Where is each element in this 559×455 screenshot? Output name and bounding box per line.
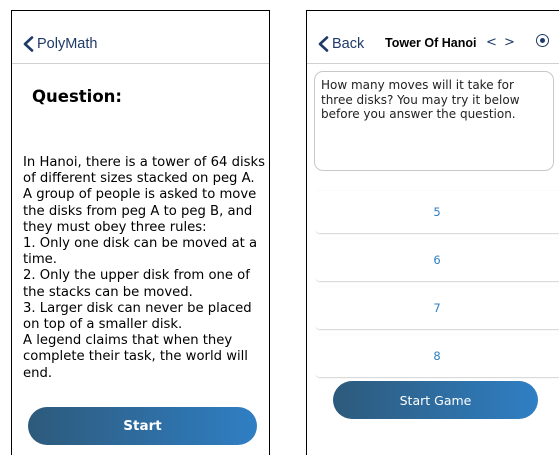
- back-button[interactable]: PolyMath: [22, 34, 97, 54]
- answer-option-5[interactable]: 5: [314, 191, 559, 233]
- nav-bar: PolyMath: [12, 11, 269, 64]
- chevron-left-icon: [317, 36, 330, 52]
- question-text: In Hanoi, there is a tower of 64 disks o…: [23, 155, 266, 381]
- start-button[interactable]: Start: [28, 407, 257, 445]
- start-game-button[interactable]: Start Game: [333, 381, 538, 419]
- page-title: Tower Of Hanoi: [385, 36, 477, 50]
- game-screen: Back Tower Of Hanoi < > How many moves w…: [306, 10, 559, 455]
- answer-option-6[interactable]: 6: [314, 239, 559, 281]
- question-screen: PolyMath Question: In Hanoi, there is a …: [11, 10, 270, 455]
- question-box: How many moves will it take for three di…: [314, 71, 554, 171]
- radio-button-icon[interactable]: [536, 34, 549, 47]
- answer-option-8[interactable]: 8: [314, 335, 559, 377]
- chevron-left-icon: [22, 36, 35, 52]
- prev-arrow-button[interactable]: <: [486, 35, 497, 50]
- nav-bar: Back Tower Of Hanoi < >: [307, 11, 559, 64]
- back-label: PolyMath: [37, 36, 98, 52]
- back-label: Back: [332, 36, 365, 52]
- answer-option-7[interactable]: 7: [314, 287, 559, 329]
- back-button[interactable]: Back: [317, 34, 364, 54]
- answer-list: 5 6 7 8: [314, 191, 559, 383]
- next-arrow-button[interactable]: >: [504, 35, 515, 50]
- question-heading: Question:: [32, 87, 123, 106]
